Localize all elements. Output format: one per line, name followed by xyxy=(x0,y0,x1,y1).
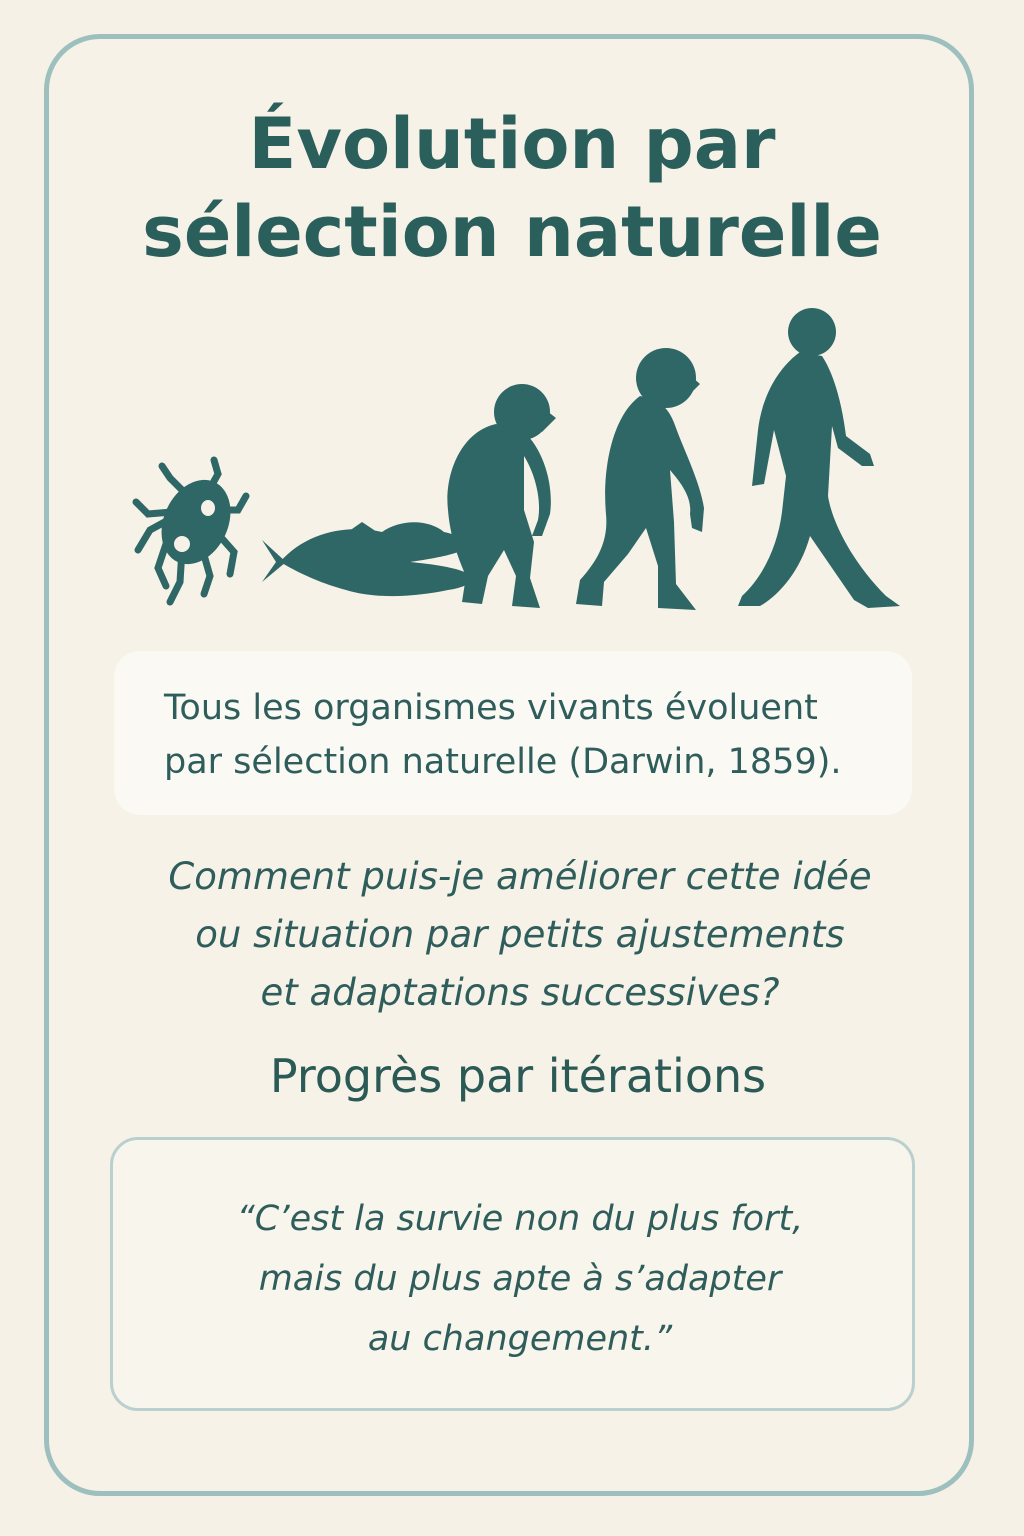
statement-line-2: par sélection naturelle (Darwin, 1859). xyxy=(164,742,842,782)
title-line-1: Évolution par xyxy=(248,103,776,185)
question-line-3: et adaptations successives? xyxy=(260,971,780,1014)
reflection-question: Comment puis-je améliorer cette idée ou … xyxy=(0,848,1024,1022)
quote-text: “C’est la survie non du plus fort, mais … xyxy=(0,1189,1024,1369)
title-line-2: sélection naturelle xyxy=(142,191,882,273)
quote-line-2: mais du plus apte à s’adapter xyxy=(258,1259,782,1299)
fish-icon xyxy=(262,522,473,597)
quote-line-3: au changement.” xyxy=(367,1319,673,1359)
quote-line-1: “C’est la survie non du plus fort, xyxy=(236,1199,804,1239)
statement-line-1: Tous les organismes vivants évoluent xyxy=(164,688,818,728)
early-human-icon xyxy=(576,348,704,610)
human-icon xyxy=(738,308,900,608)
statement-box: Tous les organismes vivants évoluent par… xyxy=(114,651,912,815)
question-line-2: ou situation par petits ajustements xyxy=(195,913,845,956)
question-line-1: Comment puis-je améliorer cette idée xyxy=(168,855,872,898)
microbe-icon xyxy=(132,456,250,606)
page-title: Évolution par sélection naturelle xyxy=(0,100,1024,276)
evolution-illustration xyxy=(132,308,900,610)
section-subtitle: Progrès par itérations xyxy=(269,1049,767,1103)
